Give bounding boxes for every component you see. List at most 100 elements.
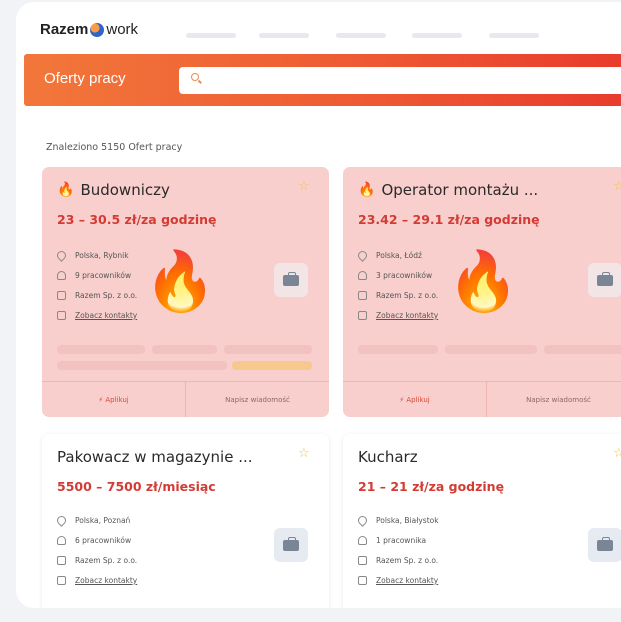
document-icon	[358, 311, 367, 320]
person-icon	[358, 271, 367, 280]
person-icon	[57, 536, 66, 545]
star-icon[interactable]: ☆	[613, 446, 621, 461]
star-icon[interactable]: ☆	[298, 446, 310, 461]
logo-text-work: work	[106, 21, 139, 38]
tag-placeholder	[445, 345, 537, 354]
bolt-icon: ⚡	[399, 395, 407, 404]
page-title: Oferty pracy	[44, 70, 126, 87]
contacts-text: Zobacz kontakty	[376, 576, 439, 585]
job-title-text: Operator montażu ...	[381, 181, 539, 199]
nav-item-placeholder[interactable]	[412, 33, 462, 38]
see-contacts-link[interactable]: Zobacz kontakty	[57, 576, 137, 585]
logo-text-razem: Razem	[40, 21, 89, 38]
document-icon	[358, 576, 367, 585]
card-actions: ⚡ Aplikuj Napisz wiadomość	[343, 381, 621, 417]
nav-item-placeholder[interactable]	[336, 33, 386, 38]
see-contacts-link[interactable]: Zobacz kontakty	[358, 311, 438, 320]
results-count: Znaleziono 5150 Ofert pracy	[46, 142, 183, 153]
briefcase-button[interactable]	[588, 528, 621, 562]
tag-placeholder	[544, 345, 621, 354]
tag-placeholder	[224, 345, 312, 354]
job-card[interactable]: Pakowacz w magazynie ... ☆ 5500 – 7500 z…	[42, 434, 329, 608]
job-title[interactable]: Kucharz	[358, 448, 418, 466]
logo[interactable]: Razem work	[40, 21, 138, 38]
apply-label: Aplikuj	[406, 395, 430, 404]
job-title[interactable]: Pakowacz w magazynie ...	[57, 448, 253, 466]
building-icon	[57, 291, 66, 300]
workers-text: 3 pracowników	[376, 271, 433, 280]
star-icon[interactable]: ☆	[613, 179, 621, 194]
offers-banner: Oferty pracy	[24, 54, 621, 106]
location-pin-icon	[55, 514, 68, 527]
flame-icon: 🔥	[358, 182, 376, 198]
job-title-text: Budowniczy	[80, 181, 170, 199]
location-pin-icon	[356, 514, 369, 527]
location-text: Polska, Poznań	[75, 516, 131, 525]
briefcase-icon	[283, 271, 299, 286]
job-location: Polska, Rybnik	[55, 249, 129, 262]
contacts-text: Zobacz kontakty	[75, 311, 138, 320]
card-actions: ⚡ Aplikuj Napisz wiadomość	[42, 381, 329, 417]
job-title[interactable]: 🔥 Budowniczy	[57, 181, 170, 199]
location-pin-icon	[55, 249, 68, 262]
see-contacts-link[interactable]: Zobacz kontakty	[57, 311, 137, 320]
globe-icon	[90, 22, 105, 37]
nav-item-placeholder[interactable]	[259, 33, 309, 38]
hot-offer-fire-icon: 🔥	[144, 247, 217, 315]
search-icon	[191, 73, 199, 81]
location-text: Polska, Rybnik	[75, 251, 129, 260]
see-contacts-link[interactable]: Zobacz kontakty	[358, 576, 438, 585]
job-salary: 5500 – 7500 zł/miesiąc	[57, 479, 216, 494]
nav-item-placeholder[interactable]	[489, 33, 539, 38]
apply-label: Aplikuj	[105, 395, 129, 404]
company-text: Razem Sp. z o.o.	[376, 556, 439, 565]
hot-offer-fire-icon: 🔥	[447, 247, 520, 315]
person-icon	[358, 536, 367, 545]
job-title[interactable]: 🔥 Operator montażu ...	[358, 181, 538, 199]
apply-button[interactable]: ⚡ Aplikuj	[343, 382, 487, 417]
document-icon	[57, 576, 66, 585]
briefcase-button[interactable]	[274, 528, 308, 562]
job-title-text: Kucharz	[358, 448, 418, 466]
workers-text: 9 pracowników	[75, 271, 132, 280]
document-icon	[57, 311, 66, 320]
company-text: Razem Sp. z o.o.	[75, 291, 138, 300]
building-icon	[57, 556, 66, 565]
job-company: Razem Sp. z o.o.	[57, 291, 137, 300]
job-salary: 23.42 – 29.1 zł/za godzinę	[358, 212, 540, 227]
job-workers: 1 pracownika	[358, 536, 426, 545]
job-location: Polska, Białystok	[356, 514, 439, 527]
job-card[interactable]: Kucharz ☆ 21 – 21 zł/za godzinę Polska, …	[343, 434, 621, 608]
tag-placeholder	[232, 361, 312, 370]
job-company: Razem Sp. z o.o.	[358, 291, 438, 300]
job-workers: 3 pracowników	[358, 271, 432, 280]
app-frame: Razem work Oferty pracy Znaleziono 5150 …	[16, 2, 621, 608]
building-icon	[358, 556, 367, 565]
top-nav: Razem work	[16, 2, 621, 54]
message-button[interactable]: Napisz wiadomość	[186, 382, 329, 417]
briefcase-icon	[597, 271, 613, 286]
tag-placeholder	[57, 345, 145, 354]
briefcase-button[interactable]	[274, 263, 308, 297]
contacts-text: Zobacz kontakty	[75, 576, 138, 585]
job-location: Polska, Łódź	[356, 249, 422, 262]
job-title-text: Pakowacz w magazynie ...	[57, 448, 253, 466]
star-icon[interactable]: ☆	[298, 179, 310, 194]
job-location: Polska, Poznań	[55, 514, 131, 527]
tag-placeholder	[152, 345, 217, 354]
apply-button[interactable]: ⚡ Aplikuj	[42, 382, 186, 417]
tag-placeholder	[358, 345, 438, 354]
workers-text: 1 pracownika	[376, 536, 427, 545]
search-input[interactable]	[179, 67, 621, 94]
location-pin-icon	[356, 249, 369, 262]
job-salary: 23 – 30.5 zł/za godzinę	[57, 212, 217, 227]
company-text: Razem Sp. z o.o.	[75, 556, 138, 565]
person-icon	[57, 271, 66, 280]
location-text: Polska, Łódź	[376, 251, 422, 260]
nav-item-placeholder[interactable]	[186, 33, 236, 38]
job-company: Razem Sp. z o.o.	[57, 556, 137, 565]
flame-icon: 🔥	[57, 182, 75, 198]
message-button[interactable]: Napisz wiadomość	[487, 382, 621, 417]
briefcase-button[interactable]	[588, 263, 621, 297]
job-salary: 21 – 21 zł/za godzinę	[358, 479, 505, 494]
